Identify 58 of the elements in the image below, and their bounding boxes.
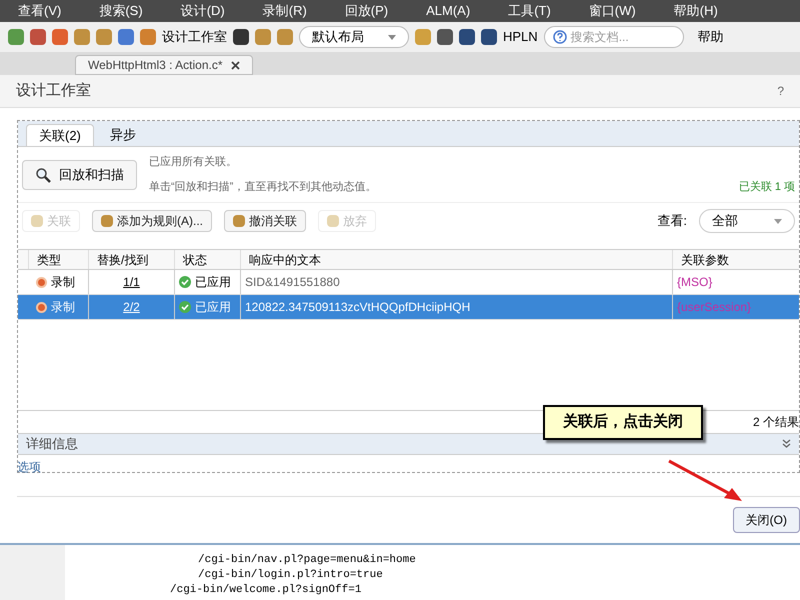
tab[interactable]: 异步 [98,124,148,146]
tab[interactable]: 关联(2) [26,124,94,146]
code-line: /cgi-bin/welcome.pl?signOff=1 [170,583,362,598]
search-icon [35,166,51,182]
view-label: 查看: [657,212,687,230]
details-bar[interactable]: 详细信息 [18,433,799,455]
table-cell-text: 录制 [51,299,75,316]
hpln-label[interactable]: HPLN [503,27,538,47]
count-link[interactable]: 1/1 [123,273,140,291]
column-header[interactable]: 响应中的文本 [240,250,672,269]
menu-item[interactable]: ALM(A) [426,1,470,21]
menu-item[interactable]: 设计(D) [180,1,225,21]
studio-label[interactable]: 设计工作室 [162,27,227,47]
table-cell-text: 120822.347509113zcVtHQQpfDHciipHQH [245,299,470,316]
view-dropdown[interactable]: 全部 [699,209,795,233]
dialog-title: 设计工作室 [16,80,91,101]
help-icon [552,30,567,44]
options-link[interactable]: 选项 [17,458,41,476]
correlated-count: 已关联 1 项 [738,180,795,194]
table-cell-text: 已应用 [195,299,231,316]
column-header[interactable]: 替换/找到 [88,250,174,269]
count-link[interactable]: 2/2 [123,298,140,316]
table-cell-text: {userSession} [677,299,752,316]
expand-icon [782,439,791,449]
menu-item[interactable]: 工具(T) [508,1,551,21]
menu-item[interactable]: 搜索(S) [99,1,143,21]
help-button[interactable]: ? [777,82,784,100]
info-text: 单击“回放和扫描”，直至再找不到其他动态值。 [149,180,376,194]
code-line: /cgi-bin/login.pl?intro=true [197,568,384,583]
caret-icon [388,34,396,40]
table-cell-text: SID&1491551880 [245,274,340,291]
menu-item[interactable]: 录制(R) [262,1,307,21]
table-cell-text: 已应用 [195,274,231,291]
menu-item[interactable]: 窗口(W) [588,1,636,21]
document-tab[interactable]: WebHttpHtml3 : Action.c* [75,55,252,75]
result-count: 2 个结果 [752,414,799,431]
action-button[interactable]: 撤消关联 [224,210,306,232]
column-header[interactable]: 关联参数 [672,250,799,269]
close-button[interactable]: 关闭(O) [732,507,800,533]
check-icon [179,276,191,288]
close-icon[interactable] [230,60,240,70]
menu-item[interactable]: 查看(V) [18,1,62,21]
menu-item[interactable]: 帮助(H) [674,1,718,21]
column-header[interactable]: 类型 [28,250,88,269]
menu-item[interactable]: 回放(P) [344,1,388,21]
table-cell-text: 录制 [51,274,75,291]
code-line: /cgi-bin/nav.pl?page=menu&in=home [197,553,417,568]
replay-scan-button[interactable]: 回放和扫描 [22,160,137,190]
caret-icon [774,218,782,224]
table-cell-text: {MSO} [677,274,712,291]
callout-box: 关联后，点击关闭 [543,405,703,440]
action-button[interactable]: 添加为规则(A)... [92,210,212,232]
check-icon [179,301,191,313]
help-menu[interactable]: 帮助 [698,27,724,47]
info-text: 已应用所有关联。 [149,154,238,170]
column-header[interactable]: 状态 [174,250,240,269]
table-row[interactable]: 录制 2/2 已应用 120822.347509113zcVtHQQpfDHciipHQH {userSession} [18,295,799,320]
layout-dropdown[interactable]: 默认布局 [299,26,409,48]
